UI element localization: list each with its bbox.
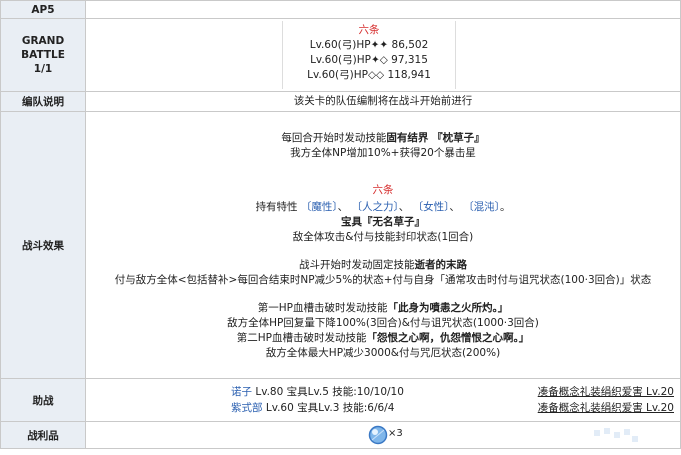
effect-line-2: 我方全体NP增加10%+获得20个暴击星 (290, 147, 476, 159)
battle-effects-cell: 每回合开始时发动技能固有结界 『枕草子』 我方全体NP增加10%+获得20个暴击… (85, 111, 681, 379)
enemy-hp-line: Lv.60(弓)HP◇◇ 118,941 (307, 69, 431, 81)
ap-value (85, 0, 681, 19)
enemy-hp-line: Lv.60(弓)HP✦◇ 97,315 (310, 54, 428, 66)
trait-link[interactable]: 〔人之力〕 (352, 201, 399, 213)
skill-line: 战斗开始时发动固定技能逝者的末路 (299, 259, 467, 271)
support-row: 诺子 Lv.80 宝具Lv.5 技能:10/10/10 (231, 386, 404, 398)
np-desc: 敌全体攻击&付与技能封印状态(1回合) (292, 231, 474, 243)
enemy-name[interactable]: 六条 (283, 23, 455, 38)
servant-link[interactable]: 紫式部 (231, 402, 263, 414)
trait-link[interactable]: 〔混沌〕 (463, 201, 500, 213)
grand-battle-label: GRAND BATTLE 1/1 (0, 18, 86, 92)
support-row: 紫式部 Lv.60 宝具Lv.3 技能:6/6/4 (231, 402, 395, 414)
enemy-box: 六条 Lv.60(弓)HP✦✦ 86,502 Lv.60(弓)HP✦◇ 97,3… (282, 21, 456, 89)
enemy-hp-line: Lv.60(弓)HP✦✦ 86,502 (309, 39, 429, 51)
effect-enemy-name[interactable]: 六条 (86, 183, 680, 198)
formation-text: 该关卡的队伍编制将在战斗开始前进行 (85, 91, 681, 112)
hp1-line: 第一HP血槽击破时发动技能「此身为噴恚之火所灼。」 (257, 302, 509, 314)
traits-line: 持有特性 〔魔性〕、 〔人之力〕、 〔女性〕、 〔混沌〕。 (255, 201, 511, 213)
servant-link[interactable]: 诺子 (231, 386, 252, 398)
enemy-cell: 六条 Lv.60(弓)HP✦✦ 86,502 Lv.60(弓)HP✦◇ 97,3… (85, 18, 681, 92)
hp1-desc: 敌方全体HP回复量下降100%(3回合)&付与诅咒状态(1000·3回合) (227, 317, 539, 329)
support-ces: 凑备概念礼装绢织爱害 Lv.20 凑备概念礼装绢织爱害 Lv.20 (538, 384, 674, 416)
drops-label: 战利品 (0, 421, 86, 449)
trait-link[interactable]: 〔魔性〕 (301, 201, 338, 213)
effect-line-1: 每回合开始时发动技能固有结界 『枕草子』 (281, 132, 485, 144)
formation-label: 编队说明 (0, 91, 86, 112)
hp2-desc: 敌方全体最大HP减少3000&付与咒厄状态(200%) (265, 347, 501, 359)
support-cell: 诺子 Lv.80 宝具Lv.5 技能:10/10/10 紫式部 Lv.60 宝具… (85, 378, 681, 422)
ce-info[interactable]: 凑备概念礼装绢织爱害 Lv.20 (538, 400, 674, 416)
skill-desc: 付与敌方全体<包括替补>每回合结束时NP减少5%的状态+付与自身「通常攻击时付与… (114, 274, 652, 286)
ce-info[interactable]: 凑备概念礼装绢织爱害 Lv.20 (538, 384, 674, 400)
watermark-icon (594, 428, 638, 442)
support-label: 助战 (0, 378, 86, 422)
support-servants: 诺子 Lv.80 宝具Lv.5 技能:10/10/10 紫式部 Lv.60 宝具… (231, 384, 404, 416)
np-label: 宝具『无名草子』 (341, 216, 425, 228)
drop-count: ×3 (388, 428, 403, 439)
trait-link[interactable]: 〔女性〕 (413, 201, 450, 213)
battle-effects-label: 战斗效果 (0, 111, 86, 379)
drops-cell: ×3 (85, 421, 681, 449)
ap-label: AP5 (0, 0, 86, 19)
hp2-line: 第二HP血槽击破时发动技能「怨恨之心啊，仇怨憎恨之心啊。」 (236, 332, 530, 344)
blue-orb-icon[interactable] (368, 425, 388, 445)
